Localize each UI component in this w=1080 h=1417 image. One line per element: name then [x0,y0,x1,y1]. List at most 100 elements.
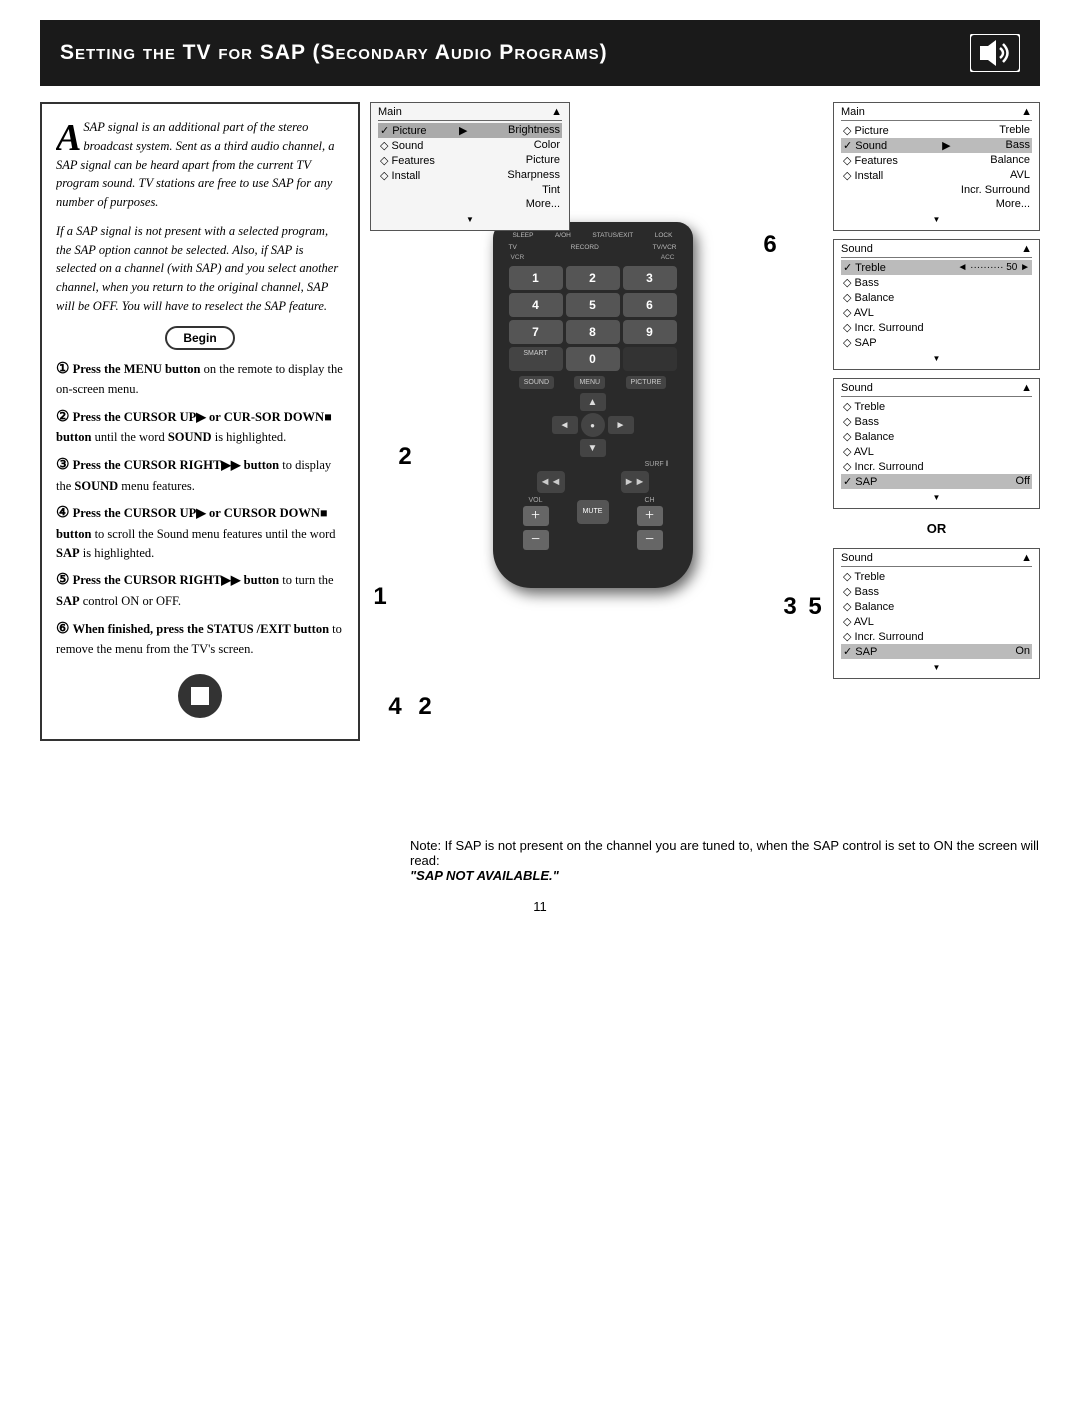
right-panel: Main ▲ ◇ PictureTreble ✓ Sound▶Bass ◇ Fe… [825,102,1040,679]
ms-sound: ✓ Sound [843,139,887,152]
sound-btn[interactable]: SOUND [519,376,554,389]
soff-balance: ◇ Balance [843,431,894,443]
surf-label: SURF ‖ [645,461,669,468]
btn-3[interactable]: 3 [623,266,677,290]
main-menu-install: ◇ Install [380,169,420,182]
record-label: RECORD [571,244,599,251]
vol-label: VOL [528,497,542,504]
step-3-num: ③ [56,457,69,473]
intro-paragraph-2: If a SAP signal is not present with a se… [56,222,344,316]
st-bass: ◇ Bass [843,277,879,289]
st-title: Sound [841,243,873,255]
sap-not-available: "SAP NOT AVAILABLE." [410,868,559,883]
lock-label: LOCK [655,232,673,239]
vol-plus[interactable]: + [523,506,549,526]
son-avl: ◇ AVL [843,616,874,628]
intro-text-1: SAP signal is an additional part of the … [56,120,335,209]
drop-cap: A [56,122,81,154]
step-3-label: Press the CURSOR RIGHT▶▶ button [73,458,280,472]
nav-left[interactable]: ◄ [552,416,578,434]
step-overlay-2: 2 [390,442,420,472]
remote-control: SLEEP A/OH STATUS/EXIT LOCK TV RECORD TV… [493,222,693,588]
main-menu-tint: Tint [542,184,560,196]
step-overlay-6: 6 [755,230,785,260]
step-5: ⑤ Press the CURSOR RIGHT▶▶ button to tur… [56,569,344,610]
main-sound-up: ▲ [1021,106,1032,118]
step-overlay-4-left: 4 [380,692,410,722]
nav-up[interactable]: ▲ [580,393,606,411]
step-6: ⑥ When finished, press the STATUS /EXIT … [56,618,344,659]
ffw-btn[interactable]: ►► [621,471,649,493]
st-incr: ◇ Incr. Surround [843,322,924,334]
main-menu-picture-arrow: ▶ [459,124,467,137]
center-column: Main ▲ ✓ Picture ▶ Brightness ◇ Sound Co… [360,102,825,822]
ms-arrow: ▶ [942,139,950,152]
mute-btn[interactable]: MUTE [577,500,609,524]
menu-sound-sap-on: Sound ▲ ◇ Treble ◇ Bass ◇ Balance ◇ AVL … [833,548,1040,679]
ch-plus[interactable]: + [637,506,663,526]
menu-main-sound: Main ▲ ◇ PictureTreble ✓ Sound▶Bass ◇ Fe… [833,102,1040,231]
menu-btn[interactable]: MENU [574,376,605,389]
main-menu-picture-sub: Picture [526,154,560,167]
btn-6[interactable]: 6 [623,293,677,317]
btn-0[interactable]: 0 [566,347,620,371]
screen-menu-main: Main ▲ ✓ Picture ▶ Brightness ◇ Sound Co… [370,102,570,231]
btn-1[interactable]: 1 [509,266,563,290]
step-6-label: When finished, press the STATUS /EXIT bu… [73,622,329,636]
step-1-label: Press the MENU button [73,362,201,376]
son-balance: ◇ Balance [843,601,894,613]
son-footer: ▼ [933,663,941,672]
soff-sap: ✓ SAP [843,475,877,488]
menu-sound-sap-off: Sound ▲ ◇ Treble ◇ Bass ◇ Balance ◇ AVL … [833,378,1040,509]
main-menu-color: Color [534,139,560,152]
nav-right[interactable]: ► [608,416,634,434]
main-menu-up-arrow: ▲ [551,106,562,118]
son-title: Sound [841,552,873,564]
step-6-num: ⑥ [56,621,69,637]
bottom-note: Note: If SAP is not present on the chann… [400,838,1040,883]
son-incr: ◇ Incr. Surround [843,631,924,643]
btn-7[interactable]: 7 [509,320,563,344]
btn-5[interactable]: 5 [566,293,620,317]
step-2-num: ② [56,409,69,425]
st-up: ▲ [1021,243,1032,255]
ch-label: CH [644,497,654,504]
son-up: ▲ [1021,552,1032,564]
soff-avl: ◇ AVL [843,446,874,458]
btn-9[interactable]: 9 [623,320,677,344]
ms-picture: ◇ Picture [843,125,889,137]
or-label: OR [833,521,1040,536]
step-3: ③ Press the CURSOR RIGHT▶▶ button to dis… [56,454,344,495]
btn-8[interactable]: 8 [566,320,620,344]
ms-bass: Bass [1006,139,1030,152]
aoh-label: A/OH [555,232,571,239]
btn-smart[interactable]: SMART [509,347,563,371]
acc-label: ACC [661,254,675,261]
picture-btn[interactable]: PICTURE [626,376,667,389]
ms-more: More... [996,198,1030,210]
rew-btn[interactable]: ◄◄ [537,471,565,493]
ms-footer-arrow: ▼ [933,215,941,224]
main-menu-features: ◇ Features [380,154,435,167]
nav-down[interactable]: ▼ [580,439,606,457]
btn-4[interactable]: 4 [509,293,563,317]
sleep-label: SLEEP [513,232,534,239]
main-menu-picture: ✓ Picture [380,124,427,137]
ch-minus[interactable]: − [637,530,663,550]
step-1-num: ① [56,361,69,377]
vcr-label: VCR [511,254,525,261]
son-treble: ◇ Treble [843,571,885,583]
soff-bass: ◇ Bass [843,416,879,428]
status-label: STATUS/EXIT [592,232,633,239]
page-number: 11 [0,899,1080,914]
nav-center[interactable]: ● [581,413,605,437]
btn-empty [623,347,677,371]
page-title: Setting the TV for SAP (Secondary Audio … [60,41,608,65]
btn-2[interactable]: 2 [566,266,620,290]
vol-minus[interactable]: − [523,530,549,550]
ms-features: ◇ Features [843,155,898,167]
st-footer: ▼ [933,354,941,363]
step-overlay-2-bottom: 2 [410,692,440,722]
step-4-label: Press the CURSOR UP▶ or CURSOR DOWN■ but… [56,506,327,541]
soff-footer: ▼ [933,493,941,502]
